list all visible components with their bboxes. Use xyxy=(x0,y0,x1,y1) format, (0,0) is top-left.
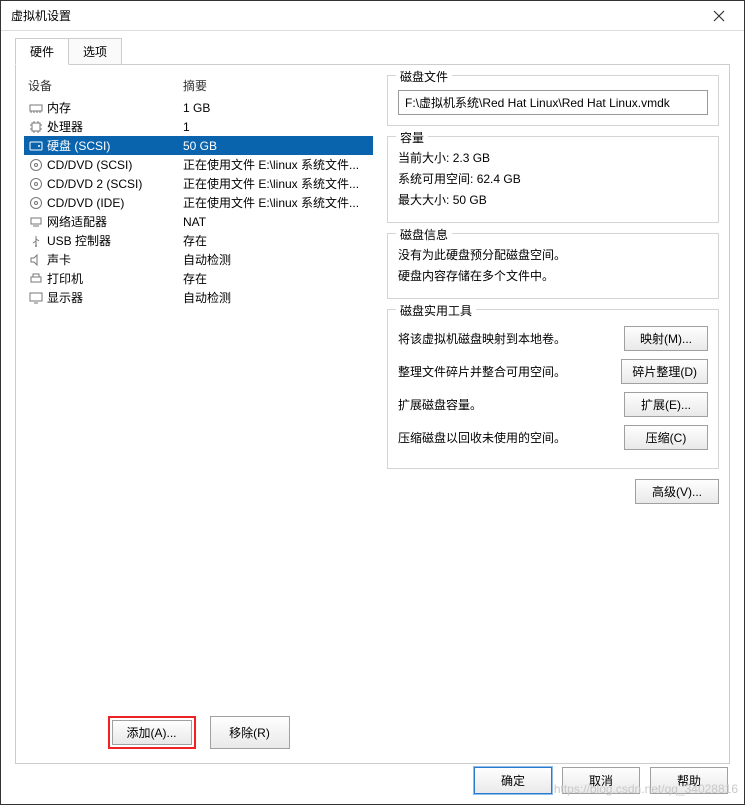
device-row-cd3[interactable]: CD/DVD (IDE) 正在使用文件 E:\linux 系统文件... xyxy=(24,193,373,212)
device-list: 设备 摘要 内存 1 GB 处理器 1 硬盘 (SCSI) 50 GB CD/D xyxy=(24,75,373,706)
device-summary: 正在使用文件 E:\linux 系统文件... xyxy=(183,175,369,192)
device-name: 打印机 xyxy=(47,270,183,287)
device-name: CD/DVD (SCSI) xyxy=(47,158,183,172)
device-name: 声卡 xyxy=(47,251,183,268)
device-name: CD/DVD 2 (SCSI) xyxy=(47,177,183,191)
tab-options[interactable]: 选项 xyxy=(68,38,122,65)
disk-info-line2: 硬盘内容存储在多个文件中。 xyxy=(398,267,708,284)
device-row-cd1[interactable]: CD/DVD (SCSI) 正在使用文件 E:\linux 系统文件... xyxy=(24,155,373,174)
device-summary: NAT xyxy=(183,215,369,229)
close-icon xyxy=(713,10,725,22)
device-summary: 自动检测 xyxy=(183,289,369,306)
cd-icon xyxy=(28,177,44,191)
usb-icon xyxy=(28,235,44,247)
device-name: 内存 xyxy=(47,99,183,116)
device-row-cpu[interactable]: 处理器 1 xyxy=(24,117,373,136)
capacity-current: 当前大小: 2.3 GB xyxy=(398,149,708,166)
device-row-display[interactable]: 显示器 自动检测 xyxy=(24,288,373,307)
tab-hardware[interactable]: 硬件 xyxy=(15,38,69,65)
device-summary: 1 xyxy=(183,120,369,134)
disk-icon xyxy=(28,140,44,152)
device-row-printer[interactable]: 打印机 存在 xyxy=(24,269,373,288)
device-summary: 正在使用文件 E:\linux 系统文件... xyxy=(183,194,369,211)
col-device: 设备 xyxy=(28,77,183,94)
remove-button[interactable]: 移除(R) xyxy=(210,716,290,749)
device-summary: 1 GB xyxy=(183,101,369,115)
add-button[interactable]: 添加(A)... xyxy=(112,720,192,745)
util-compact-text: 压缩磁盘以回收未使用的空间。 xyxy=(398,429,616,446)
memory-icon xyxy=(28,102,44,114)
device-name: CD/DVD (IDE) xyxy=(47,196,183,210)
util-compact-button[interactable]: 压缩(C) xyxy=(624,425,708,450)
group-utils: 磁盘实用工具 将该虚拟机磁盘映射到本地卷。 映射(M)... 整理文件碎片并整合… xyxy=(387,309,719,469)
util-defrag-button[interactable]: 碎片整理(D) xyxy=(621,359,708,384)
group-disk-file: 磁盘文件 F:\虚拟机系统\Red Hat Linux\Red Hat Linu… xyxy=(387,75,719,126)
content-area: 设备 摘要 内存 1 GB 处理器 1 硬盘 (SCSI) 50 GB CD/D xyxy=(15,64,730,764)
device-row-disk[interactable]: 硬盘 (SCSI) 50 GB xyxy=(24,136,373,155)
device-summary: 50 GB xyxy=(183,139,369,153)
ok-button[interactable]: 确定 xyxy=(474,767,552,794)
device-name: 硬盘 (SCSI) xyxy=(47,137,183,154)
device-name: 显示器 xyxy=(47,289,183,306)
device-row-memory[interactable]: 内存 1 GB xyxy=(24,98,373,117)
device-name: 网络适配器 xyxy=(47,213,183,230)
window-title: 虚拟机设置 xyxy=(11,7,71,24)
group-title: 容量 xyxy=(396,129,428,146)
device-list-header: 设备 摘要 xyxy=(24,75,373,98)
capacity-max: 最大大小: 50 GB xyxy=(398,191,708,208)
device-panel: 设备 摘要 内存 1 GB 处理器 1 硬盘 (SCSI) 50 GB CD/D xyxy=(16,65,381,763)
titlebar: 虚拟机设置 xyxy=(1,1,744,31)
capacity-free: 系统可用空间: 62.4 GB xyxy=(398,170,708,187)
value: 2.3 GB xyxy=(453,151,490,165)
util-map-button[interactable]: 映射(M)... xyxy=(624,326,708,351)
group-capacity: 容量 当前大小: 2.3 GB 系统可用空间: 62.4 GB 最大大小: 50… xyxy=(387,136,719,223)
group-title: 磁盘文件 xyxy=(396,68,452,85)
device-summary: 存在 xyxy=(183,270,369,287)
add-button-highlight: 添加(A)... xyxy=(108,716,196,749)
device-name: 处理器 xyxy=(47,118,183,135)
device-summary: 存在 xyxy=(183,232,369,249)
value: 62.4 GB xyxy=(477,172,521,186)
group-disk-info: 磁盘信息 没有为此硬盘预分配磁盘空间。 硬盘内容存储在多个文件中。 xyxy=(387,233,719,299)
close-button[interactable] xyxy=(704,1,734,31)
device-row-cd2[interactable]: CD/DVD 2 (SCSI) 正在使用文件 E:\linux 系统文件... xyxy=(24,174,373,193)
value: 50 GB xyxy=(453,193,487,207)
device-name: USB 控制器 xyxy=(47,232,183,249)
device-summary: 自动检测 xyxy=(183,251,369,268)
advanced-row: 高级(V)... xyxy=(387,479,719,504)
util-defrag-text: 整理文件碎片并整合可用空间。 xyxy=(398,363,613,380)
printer-icon xyxy=(28,273,44,285)
cd-icon xyxy=(28,196,44,210)
help-button[interactable]: 帮助 xyxy=(650,767,728,794)
detail-panel: 磁盘文件 F:\虚拟机系统\Red Hat Linux\Red Hat Linu… xyxy=(381,65,729,763)
label: 最大大小: xyxy=(398,193,449,207)
col-summary: 摘要 xyxy=(183,77,369,94)
cpu-icon xyxy=(28,120,44,134)
util-expand-button[interactable]: 扩展(E)... xyxy=(624,392,708,417)
group-title: 磁盘实用工具 xyxy=(396,302,476,319)
dialog-buttons: 确定 取消 帮助 xyxy=(474,767,728,794)
disk-info-line1: 没有为此硬盘预分配磁盘空间。 xyxy=(398,246,708,263)
label: 系统可用空间: xyxy=(398,172,473,186)
tabstrip: 硬件 选项 xyxy=(1,31,744,64)
disk-file-path[interactable]: F:\虚拟机系统\Red Hat Linux\Red Hat Linux.vmd… xyxy=(398,90,708,115)
network-icon xyxy=(28,216,44,228)
device-row-network[interactable]: 网络适配器 NAT xyxy=(24,212,373,231)
sound-icon xyxy=(28,254,44,266)
device-summary: 正在使用文件 E:\linux 系统文件... xyxy=(183,156,369,173)
util-expand-text: 扩展磁盘容量。 xyxy=(398,396,616,413)
util-map-text: 将该虚拟机磁盘映射到本地卷。 xyxy=(398,330,616,347)
device-buttons: 添加(A)... 移除(R) xyxy=(24,706,373,753)
label: 当前大小: xyxy=(398,151,449,165)
display-icon xyxy=(28,292,44,304)
device-row-sound[interactable]: 声卡 自动检测 xyxy=(24,250,373,269)
device-row-usb[interactable]: USB 控制器 存在 xyxy=(24,231,373,250)
cancel-button[interactable]: 取消 xyxy=(562,767,640,794)
cd-icon xyxy=(28,158,44,172)
group-title: 磁盘信息 xyxy=(396,226,452,243)
advanced-button[interactable]: 高级(V)... xyxy=(635,479,719,504)
